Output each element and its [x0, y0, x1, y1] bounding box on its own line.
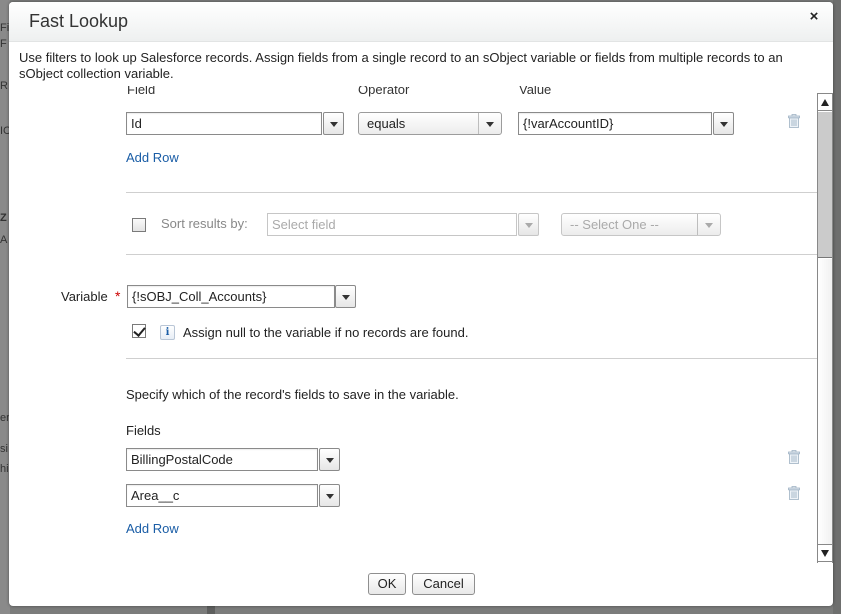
trash-icon[interactable] — [788, 450, 800, 464]
divider — [126, 192, 817, 193]
assign-null-checkbox[interactable] — [132, 324, 146, 338]
sort-results-label: Sort results by: — [161, 216, 248, 231]
chevron-down-icon — [325, 493, 334, 499]
arrow-down-icon — [821, 550, 829, 557]
chevron-down-icon — [325, 457, 334, 463]
dialog-scroll-area: Field Operator Value Id equals {!varAcco… — [9, 86, 833, 562]
select-divider — [697, 214, 698, 235]
operator-column-header: Operator — [358, 86, 410, 97]
filter-value-dropdown-button[interactable] — [713, 112, 734, 135]
cancel-button[interactable]: Cancel — [412, 573, 475, 595]
select-divider — [478, 113, 479, 134]
sort-order-value: -- Select One -- — [570, 217, 659, 232]
background-element — [207, 606, 215, 614]
fields-add-row-link[interactable]: Add Row — [126, 521, 179, 536]
field-input[interactable]: BillingPostalCode — [126, 448, 318, 471]
chevron-down-icon — [486, 121, 494, 127]
scroll-up-button[interactable] — [818, 93, 832, 111]
variable-input[interactable]: {!sOBJ_Coll_Accounts} — [127, 285, 335, 308]
divider — [126, 358, 817, 359]
dialog-title: Fast Lookup — [29, 11, 129, 31]
assign-null-label: Assign null to the variable if no record… — [183, 325, 469, 340]
filter-operator-value: equals — [367, 116, 406, 131]
filter-field-dropdown-button[interactable] — [323, 112, 344, 135]
variable-dropdown-button[interactable] — [335, 285, 356, 308]
filter-field-input[interactable]: Id — [126, 112, 322, 135]
background-app-right — [833, 0, 841, 614]
variable-label: Variable — [61, 289, 108, 304]
value-column-header: Value — [519, 86, 552, 97]
sort-order-select[interactable]: -- Select One -- — [561, 213, 721, 236]
dialog-description: Use filters to look up Salesforce record… — [19, 50, 783, 81]
field-input[interactable]: Area__c — [126, 484, 318, 507]
field-column-header: Field — [127, 86, 156, 97]
chevron-down-icon — [329, 121, 338, 127]
close-icon[interactable]: × — [806, 9, 822, 25]
scrollbar-thumb[interactable] — [818, 112, 832, 258]
chevron-down-icon — [719, 121, 728, 127]
sort-field-input[interactable]: Select field — [267, 213, 517, 236]
fast-lookup-dialog: Fast Lookup × Use filters to look up Sal… — [9, 2, 833, 606]
filter-value-input[interactable]: {!varAccountID} — [518, 112, 712, 135]
required-indicator: * — [115, 288, 121, 304]
trash-icon[interactable] — [788, 486, 800, 500]
info-icon[interactable]: i — [160, 325, 175, 340]
filter-operator-select[interactable]: equals — [358, 112, 502, 135]
fields-label: Fields — [126, 423, 161, 438]
dialog-header: Fast Lookup × — [9, 2, 833, 42]
sort-field-dropdown-button[interactable] — [518, 213, 539, 236]
chevron-down-icon — [341, 294, 350, 300]
divider — [126, 254, 817, 255]
scrollbar-track[interactable] — [818, 259, 832, 544]
arrow-up-icon — [821, 99, 829, 106]
trash-icon[interactable] — [788, 114, 800, 128]
filters-add-row-link[interactable]: Add Row — [126, 150, 179, 165]
vertical-scrollbar[interactable] — [817, 93, 833, 563]
field-dropdown-button[interactable] — [319, 448, 340, 471]
field-dropdown-button[interactable] — [319, 484, 340, 507]
fields-instruction: Specify which of the record's fields to … — [126, 387, 459, 402]
sort-results-checkbox[interactable] — [132, 218, 146, 232]
scroll-down-button[interactable] — [818, 544, 832, 562]
ok-button[interactable]: OK — [368, 573, 406, 595]
chevron-down-icon — [705, 222, 713, 228]
chevron-down-icon — [524, 222, 533, 228]
